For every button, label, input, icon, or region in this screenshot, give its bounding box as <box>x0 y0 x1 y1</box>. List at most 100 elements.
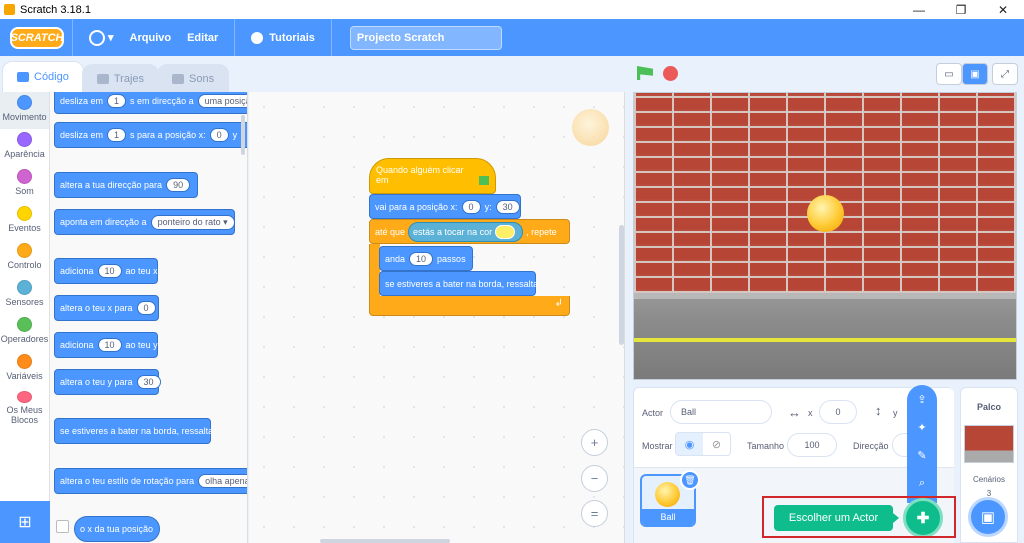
direction-label: Direcção <box>853 441 889 451</box>
block-change-y[interactable]: adiciona 10 ao teu y <box>54 332 158 358</box>
tab-costumes[interactable]: Trajes <box>81 64 160 92</box>
tutorials-menu[interactable]: Tutoriais <box>243 19 323 56</box>
category-label: Movimento <box>2 112 47 122</box>
backdrops-label: Cenários <box>972 475 1005 484</box>
zoom-in-button[interactable]: + <box>581 429 608 456</box>
scratch-logo[interactable]: SCRATCH <box>10 26 64 49</box>
green-flag-icon <box>479 176 489 185</box>
upload-sprite-icon[interactable]: ⇪ <box>914 391 930 407</box>
maximize-button[interactable]: ❐ <box>940 0 982 19</box>
code-icon <box>17 72 29 82</box>
size-input[interactable]: 100 <box>787 433 837 457</box>
add-extension-button[interactable]: ⊞ <box>0 501 50 543</box>
surprise-sprite-icon[interactable]: ✦ <box>914 419 930 435</box>
visibility-toggle: ◉ ⊘ <box>675 432 731 456</box>
category-label: Os Meus Blocos <box>6 405 43 425</box>
block-glide-xy[interactable]: desliza em 1 s para a posição x: 0 y <box>54 122 247 148</box>
category-dot-icon <box>17 206 32 221</box>
choose-backdrop-button[interactable]: ▣ <box>968 497 1008 537</box>
category-2[interactable]: Som <box>0 166 49 203</box>
app-icon <box>4 4 15 15</box>
image-icon: ▣ <box>980 509 996 526</box>
fullscreen-button[interactable]: ⤢ <box>992 63 1018 85</box>
search-sprite-icon[interactable]: ⌕ <box>914 475 930 491</box>
close-button[interactable]: ✕ <box>982 0 1024 19</box>
block-set-x[interactable]: altera o teu x para 0 <box>54 295 159 321</box>
normal-stage-button[interactable]: ▣ <box>962 63 988 85</box>
category-0[interactable]: Movimento <box>0 92 49 129</box>
delete-sprite-button[interactable]: 🗑 <box>680 470 700 490</box>
small-stage-button[interactable]: ▭ <box>936 63 962 85</box>
block-point-direction[interactable]: altera a tua direcção para 90 <box>54 172 198 198</box>
ball-thumbnail <box>655 482 680 507</box>
x-position-input[interactable]: 0 <box>819 400 857 424</box>
zoom-reset-button[interactable]: = <box>581 500 608 527</box>
palette-scrollbar[interactable] <box>241 115 245 155</box>
sprite-name-input[interactable]: Ball <box>670 400 772 424</box>
block-point-towards[interactable]: aponta em direcção a ponteiro do rato ▾ <box>54 209 235 235</box>
block-move-steps[interactable]: anda 10 passos <box>379 246 473 271</box>
language-menu[interactable]: ▾ <box>81 19 122 56</box>
stage-header: ▭ ▣ ⤢ <box>630 56 1024 92</box>
block-repeat-until[interactable]: até que estás a tocar na cor , repete <box>369 219 570 244</box>
y-label: y <box>893 408 898 418</box>
category-4[interactable]: Controlo <box>0 240 49 277</box>
extension-icon: ⊞ <box>18 514 32 531</box>
category-dot-icon <box>17 95 32 110</box>
block-x-position[interactable]: o x da tua posição <box>74 516 160 542</box>
category-dot-icon <box>17 391 32 403</box>
block-change-x[interactable]: adiciona 10 ao teu x <box>54 258 158 284</box>
arrows-vertical-icon: ↕ <box>875 403 882 418</box>
category-label: Sensores <box>5 297 44 307</box>
actor-label: Actor <box>642 408 664 418</box>
category-1[interactable]: Aparência <box>0 129 49 166</box>
project-title-input[interactable]: Projecto Scratch <box>349 25 502 50</box>
category-label: Controlo <box>7 260 42 270</box>
category-menu: Movimento Aparência Som Eventos Controlo Sens… <box>0 92 50 543</box>
color-picker[interactable] <box>495 224 516 239</box>
sprite-card-name: Ball <box>642 509 694 525</box>
tutorials-label: Tutoriais <box>269 31 315 44</box>
lightbulb-icon <box>251 31 264 44</box>
block-goto-xy[interactable]: vai para a posição x: 0 y: 30 <box>369 194 521 219</box>
tab-code[interactable]: Código <box>2 61 84 92</box>
tab-sounds[interactable]: Sons <box>157 64 230 92</box>
category-5[interactable]: Sensores <box>0 277 49 314</box>
green-flag-button[interactable] <box>637 66 653 80</box>
hide-sprite-eye-icon[interactable]: ⊘ <box>703 433 730 455</box>
window-controls: — ❐ ✕ <box>898 0 1024 19</box>
stage-canvas[interactable] <box>633 92 1017 380</box>
category-6[interactable]: Operadores <box>0 314 49 351</box>
ball-sprite[interactable] <box>807 195 844 232</box>
block-glide-to[interactable]: desliza em 1 s em direcção a uma posição <box>54 92 247 114</box>
speaker-icon <box>172 73 185 84</box>
show-sprite-eye-icon[interactable]: ◉ <box>676 433 703 455</box>
block-touching-color[interactable]: estás a tocar na cor <box>408 221 524 242</box>
paint-sprite-icon[interactable]: ✎ <box>914 447 930 463</box>
block-set-y[interactable]: altera o teu y para 30 <box>54 369 161 395</box>
block-set-rotation-style[interactable]: altera o teu estilo de rotação para olha… <box>54 468 247 494</box>
stage-thumbnail <box>964 425 1014 463</box>
block-if-on-edge-bounce[interactable]: se estiveres a bater na borda, ressalta <box>54 418 213 444</box>
script-horizontal-scrollbar[interactable] <box>320 539 450 543</box>
edit-menu[interactable]: Editar <box>179 19 226 56</box>
category-8[interactable]: Os Meus Blocos <box>0 388 49 425</box>
category-dot-icon <box>17 169 32 184</box>
category-3[interactable]: Eventos <box>0 203 49 240</box>
loop-arrow-icon: ↲ <box>554 298 563 309</box>
block-if-on-edge-bounce[interactable]: se estiveres a bater na borda, ressalta <box>379 271 538 296</box>
brick-wall-backdrop <box>634 93 1016 293</box>
zoom-out-button[interactable]: − <box>581 465 608 492</box>
category-7[interactable]: Variáveis <box>0 351 49 388</box>
block-when-flag-clicked[interactable]: Quando alguém clicar em <box>369 158 496 194</box>
stage-label: Palco <box>976 402 1001 412</box>
file-menu[interactable]: Arquivo <box>122 19 180 56</box>
category-label: Variáveis <box>6 371 43 381</box>
script-vertical-scrollbar[interactable] <box>619 225 624 345</box>
minimize-button[interactable]: — <box>898 0 940 19</box>
caret-down-icon: ▾ <box>108 32 114 44</box>
category-dot-icon <box>17 132 32 147</box>
x-position-checkbox[interactable] <box>56 520 69 533</box>
stop-button[interactable] <box>663 66 678 81</box>
category-label: Operadores <box>0 334 49 344</box>
